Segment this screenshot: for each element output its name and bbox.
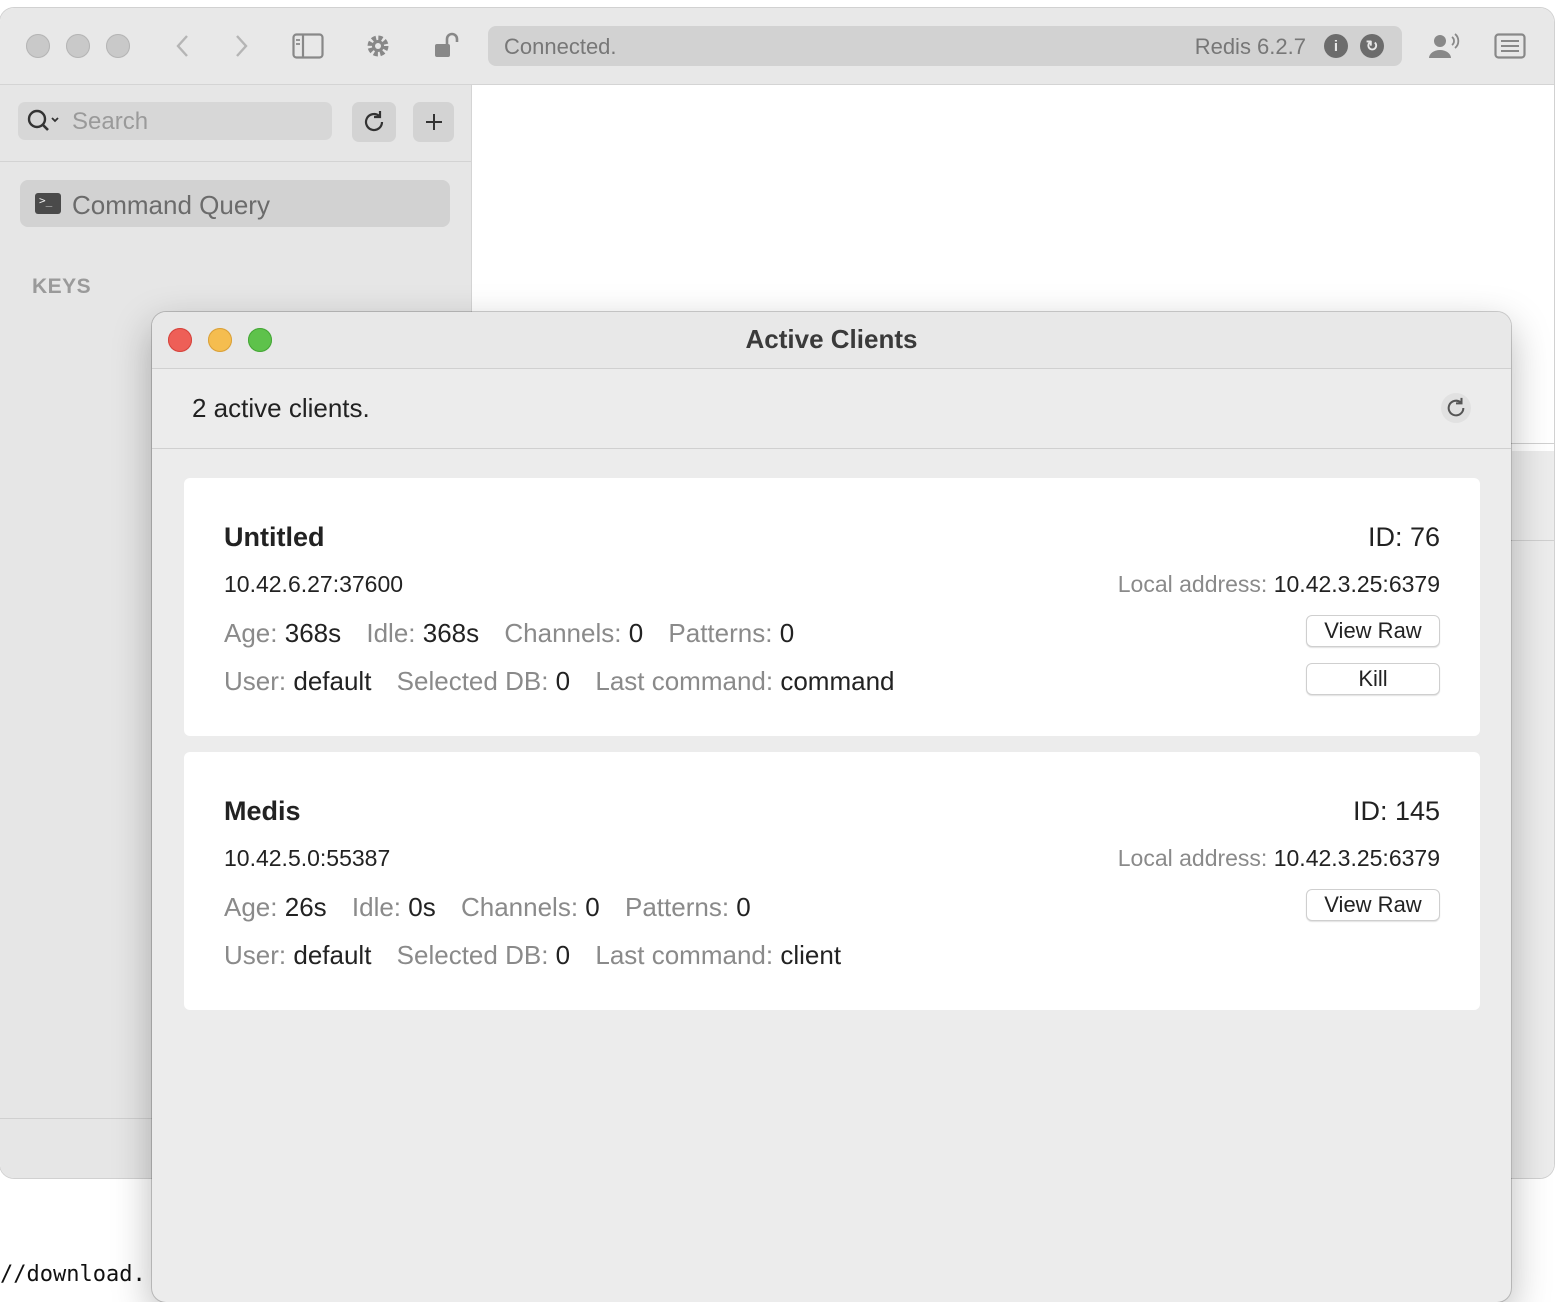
window-titlebar: Active Clients <box>152 312 1511 369</box>
sidebar-item-label: Command Query <box>72 190 270 220</box>
sidebar-divider <box>0 161 471 162</box>
patterns-value: 0 <box>736 892 751 922</box>
local-address-value: 10.42.3.25:6379 <box>1273 845 1440 871</box>
toolbar: Connected. Redis 6.2.7 i ↻ <box>0 8 1554 85</box>
channels-value: 0 <box>585 892 600 922</box>
terminal-icon: >_ <box>35 193 61 214</box>
last-command-label: Last command: <box>595 940 774 970</box>
zoom-light-inactive[interactable] <box>106 34 130 58</box>
client-name: Untitled <box>224 522 325 552</box>
last-command-value: client <box>780 940 842 970</box>
redis-version: Redis 6.2.7 <box>1194 34 1306 59</box>
selected-db-value: 0 <box>555 940 571 970</box>
patterns-label: Patterns: <box>625 892 730 922</box>
log-list-icon[interactable] <box>1494 28 1526 64</box>
kill-client-button[interactable]: Kill <box>1306 663 1440 695</box>
user-value: default <box>293 666 372 696</box>
unlock-icon[interactable] <box>430 28 462 64</box>
client-local-address: Local address: 10.42.3.25:6379 <box>1118 571 1440 598</box>
client-id: ID: 76 <box>1367 522 1440 552</box>
search-input[interactable]: Search <box>18 102 332 140</box>
view-raw-button[interactable]: View Raw <box>1306 889 1440 921</box>
selected-db-label: Selected DB: <box>396 666 549 696</box>
refresh-icon <box>1447 397 1465 417</box>
channels-label: Channels: <box>504 618 622 648</box>
last-command-value: command <box>780 666 895 696</box>
client-card: Untitled ID: 76 10.42.6.27:37600 Local a… <box>184 478 1480 736</box>
client-info-row: User: default Selected DB: 0 Last comman… <box>224 940 859 971</box>
detail-pane-background <box>1512 451 1554 1178</box>
refresh-keys-button[interactable] <box>352 102 396 142</box>
clients-header: 2 active clients. <box>152 369 1511 449</box>
sidebar-item-command-query[interactable]: >_ Command Query <box>20 180 450 227</box>
age-value: 368s <box>284 618 342 648</box>
idle-label: Idle: <box>366 618 416 648</box>
client-list-icon[interactable] <box>1428 28 1462 64</box>
age-label: Age: <box>224 892 278 922</box>
minimize-light-inactive[interactable] <box>66 34 90 58</box>
connection-status: Connected. <box>504 34 617 59</box>
plus-icon <box>425 114 442 130</box>
age-label: Age: <box>224 618 278 648</box>
search-placeholder: Search <box>72 108 149 135</box>
add-key-button[interactable] <box>413 102 454 142</box>
client-address: 10.42.6.27:37600 <box>224 571 404 597</box>
keys-section-header: KEYS <box>32 275 92 298</box>
last-command-label: Last command: <box>595 666 774 696</box>
patterns-value: 0 <box>779 618 795 648</box>
idle-label: Idle: <box>351 892 402 922</box>
local-address-value: 10.42.3.25:6379 <box>1273 571 1440 597</box>
connection-status-bar: Connected. Redis 6.2.7 i ↻ <box>488 26 1402 66</box>
active-client-count: 2 active clients. <box>192 393 370 423</box>
gear-icon[interactable] <box>362 28 394 64</box>
refresh-icon <box>364 111 384 132</box>
sync-icon[interactable]: ↻ <box>1360 34 1384 58</box>
sidebar-toggle-icon[interactable] <box>290 28 326 64</box>
idle-value: 0s <box>408 892 436 922</box>
client-info-row: User: default Selected DB: 0 Last comman… <box>224 666 913 697</box>
client-id: ID: 145 <box>1352 796 1440 826</box>
window-title: Active Clients <box>745 324 918 354</box>
user-value: default <box>293 940 372 970</box>
forward-icon[interactable] <box>230 28 254 64</box>
patterns-label: Patterns: <box>668 618 773 648</box>
info-icon[interactable]: i <box>1324 34 1348 58</box>
terminal-text: //download. <box>0 1262 146 1287</box>
client-stats-row: Age: 368s Idle: 368s Channels: 0 Pattern… <box>224 618 812 649</box>
channels-label: Channels: <box>460 892 579 922</box>
selected-db-value: 0 <box>555 666 571 696</box>
age-value: 26s <box>284 892 327 922</box>
active-clients-window: Active Clients 2 active clients. Untitle… <box>152 312 1511 1302</box>
view-raw-button[interactable]: View Raw <box>1306 615 1440 647</box>
search-icon <box>27 109 59 131</box>
client-card: Medis ID: 145 10.42.5.0:55387 Local addr… <box>184 752 1480 1010</box>
idle-value: 368s <box>422 618 480 648</box>
close-light-inactive[interactable] <box>26 34 50 58</box>
client-stats-row: Age: 26s Idle: 0s Channels: 0 Patterns: … <box>224 892 769 923</box>
user-label: User: <box>224 940 287 970</box>
back-icon[interactable] <box>170 28 194 64</box>
refresh-clients-button[interactable] <box>1441 393 1471 423</box>
client-address: 10.42.5.0:55387 <box>224 845 391 871</box>
client-local-address: Local address: 10.42.3.25:6379 <box>1118 845 1440 872</box>
local-address-label: Local address: <box>1117 845 1268 871</box>
selected-db-label: Selected DB: <box>396 940 549 970</box>
local-address-label: Local address: <box>1117 571 1268 597</box>
channels-value: 0 <box>628 618 644 648</box>
user-label: User: <box>224 666 287 696</box>
client-name: Medis <box>224 796 301 826</box>
